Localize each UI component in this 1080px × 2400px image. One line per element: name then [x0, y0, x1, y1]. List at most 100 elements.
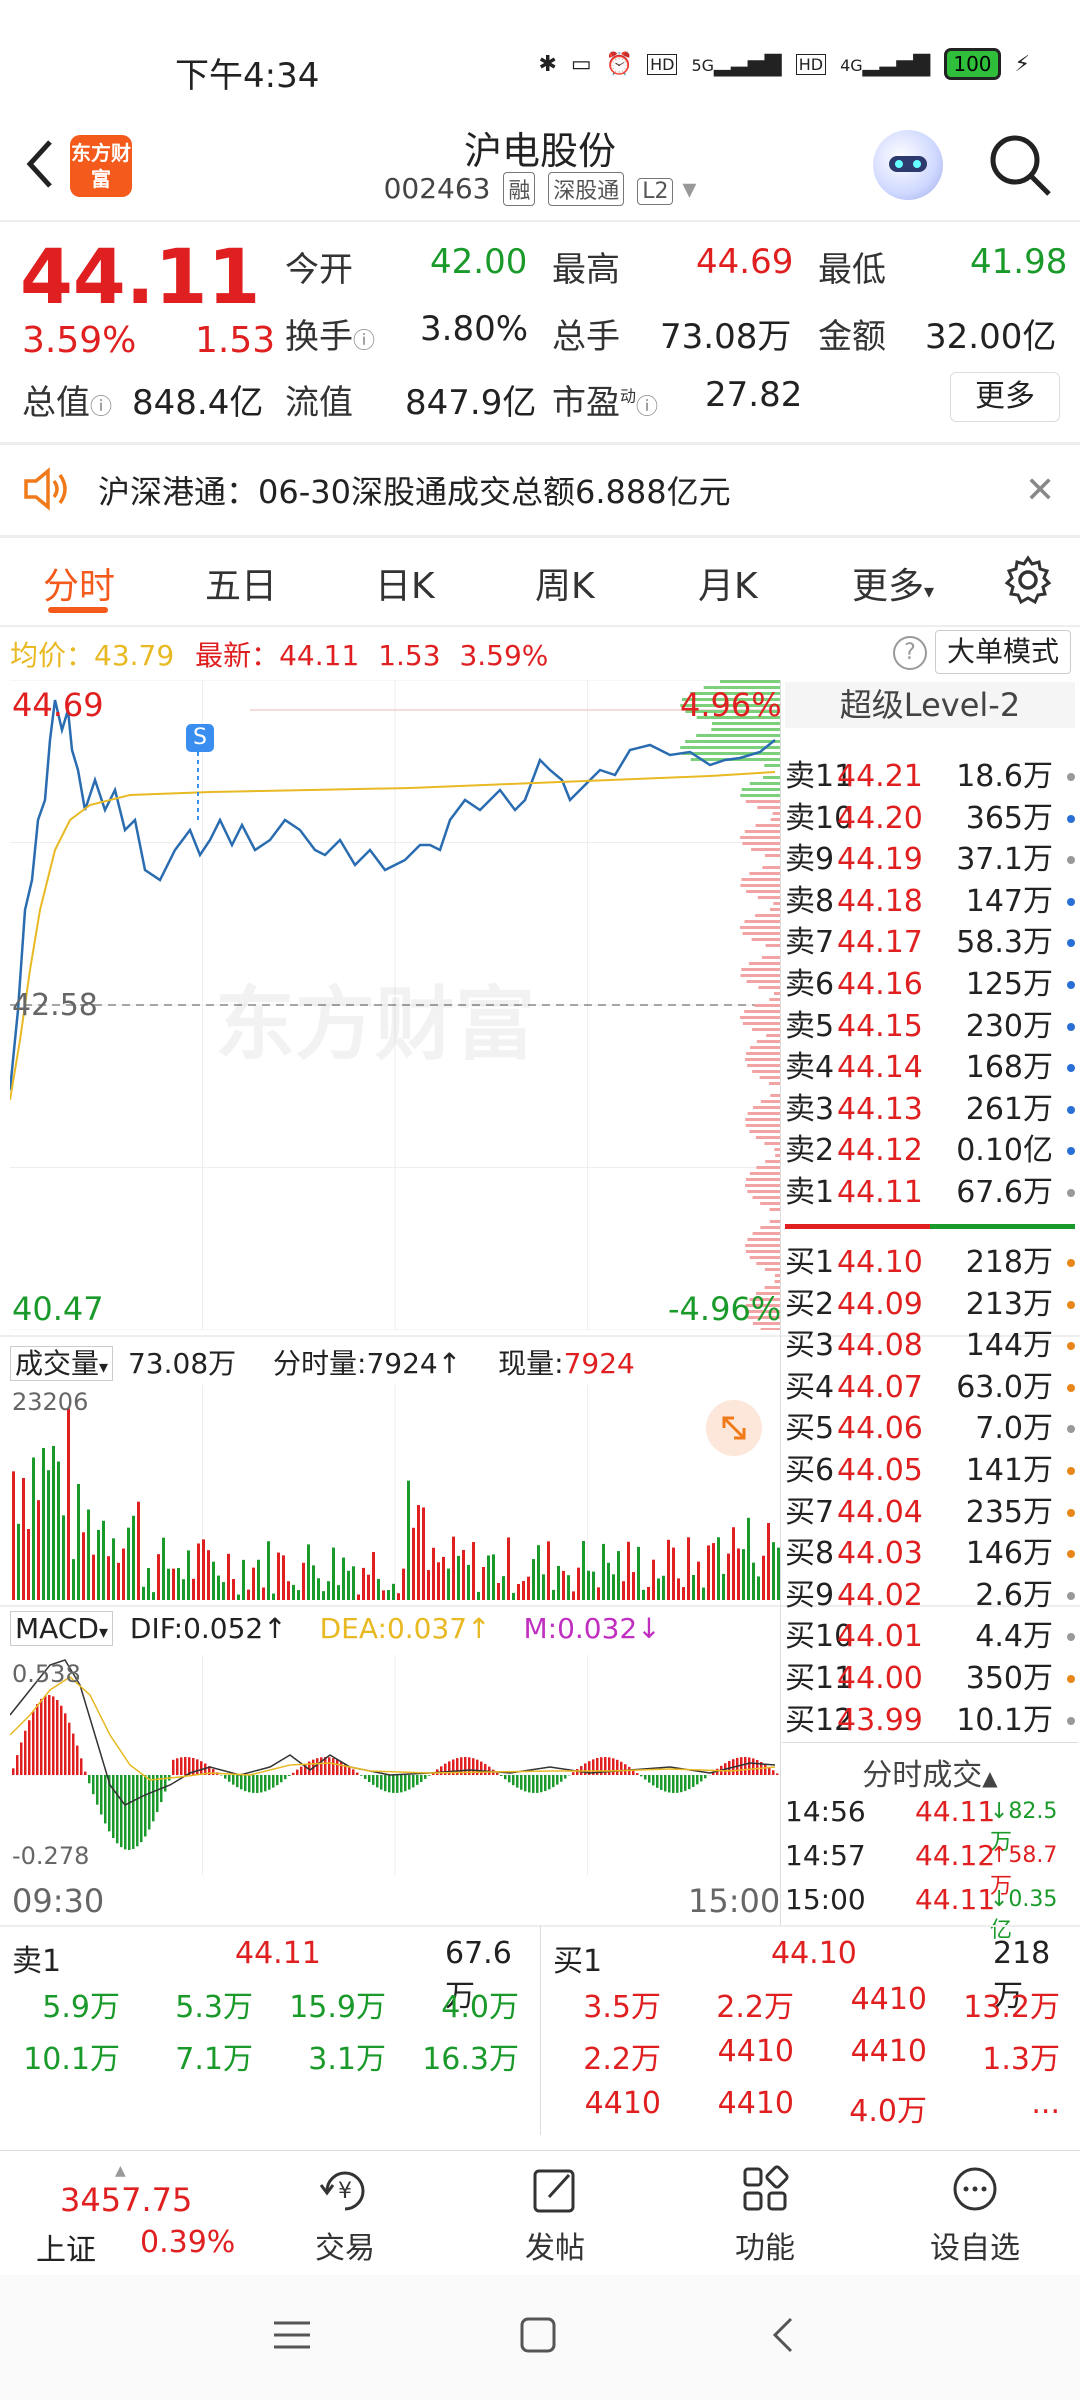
order-book-row[interactable]: 买2 44.09 213万	[785, 1284, 1075, 1326]
tab-monthly-k[interactable]: 月K	[698, 557, 758, 609]
nav-trade[interactable]: ¥ 交易	[275, 2163, 415, 2267]
system-nav-bar	[0, 2275, 1080, 2400]
info-icon[interactable]: ⓘ	[353, 329, 375, 354]
menu-icon[interactable]	[270, 2315, 314, 2359]
order-book-row[interactable]: 卖1 44.11 67.6万	[785, 1172, 1075, 1214]
info-icon[interactable]: ⓘ	[90, 395, 112, 420]
order-book-row[interactable]: 买11 44.00 350万	[785, 1658, 1075, 1700]
macd-chart[interactable]	[10, 1655, 780, 1875]
settings-icon[interactable]	[1003, 555, 1053, 605]
order-price: 44.15	[837, 1008, 923, 1044]
order-book-row[interactable]: 卖8 44.18 147万	[785, 881, 1075, 923]
nav-post[interactable]: 发帖	[485, 2163, 625, 2267]
order-book-row[interactable]: 卖2 44.12 0.10亿	[785, 1130, 1075, 1172]
order-label: 卖2	[785, 1133, 835, 1169]
amount-value: 32.00亿	[925, 317, 1057, 357]
order-label: 卖5	[785, 1008, 835, 1044]
close-icon[interactable]: ✕	[1025, 470, 1055, 511]
order-dot-icon	[1067, 773, 1075, 781]
chart-high-price: 44.69	[12, 686, 104, 724]
quote-panel: 44.11 3.59% 1.53 总值ⓘ 848.4亿 今开 42.00 最高 …	[0, 222, 1080, 442]
order-price: 44.20	[837, 800, 923, 836]
tab-daily-k[interactable]: 日K	[375, 557, 435, 609]
queue-item: 13.2万	[963, 1990, 1060, 2025]
high-value: 44.69	[696, 242, 794, 282]
trades-title[interactable]: 分时成交▲	[785, 1750, 1075, 1794]
volume-selector[interactable]: 成交量▾	[10, 1346, 114, 1381]
level2-title[interactable]: 超级Level-2	[785, 682, 1075, 728]
order-volume: 218万	[965, 1245, 1053, 1280]
back-nav-icon[interactable]	[765, 2315, 805, 2359]
nav-watchlist[interactable]: 设自选	[905, 2163, 1045, 2267]
order-book-row[interactable]: 卖3 44.13 261万	[785, 1089, 1075, 1131]
order-label: 卖1	[785, 1175, 835, 1210]
status-bar: 下午4:34 ✱ ▭ ⏰ HD 5G▂▃▅▇ HD 4G▂▃▅▇ 100 ⚡	[0, 0, 1080, 120]
open-label: 今开	[285, 250, 353, 290]
order-book-row[interactable]: 卖11 44.21 18.6万	[785, 756, 1075, 798]
order-book-row[interactable]: 买5 44.06 7.0万	[785, 1408, 1075, 1450]
order-book-row[interactable]: 买4 44.07 63.0万	[785, 1367, 1075, 1409]
tab-intraday[interactable]: 分时	[43, 557, 115, 609]
turnover-label: 换手ⓘ	[285, 317, 376, 357]
order-price: 44.05	[837, 1453, 923, 1488]
order-volume: 2.6万	[975, 1577, 1053, 1613]
tag-level2: L2	[637, 178, 674, 205]
order-book-row[interactable]: 买6 44.05 141万	[785, 1450, 1075, 1492]
order-book-row[interactable]: 买8 44.03 146万	[785, 1533, 1075, 1575]
order-label: 买4	[785, 1369, 835, 1405]
home-icon[interactable]	[518, 2315, 558, 2359]
notice-bar[interactable]: 沪深港通：06-30深股通成交总额6.888亿元 ✕	[0, 445, 1080, 535]
order-book-row[interactable]: 卖4 44.14 168万	[785, 1047, 1075, 1089]
queue-item: 4410	[717, 2034, 794, 2069]
order-price: 44.11	[837, 1175, 923, 1210]
queue-item: 4.0万	[849, 2094, 927, 2129]
queue-item: 4410	[850, 1982, 927, 2017]
order-book-row[interactable]: 买3 44.08 144万	[785, 1325, 1075, 1367]
macd-selector[interactable]: MACD▾	[10, 1611, 113, 1646]
order-volume: 261万	[965, 1091, 1053, 1127]
order-book-row[interactable]: 买9 44.02 2.6万	[785, 1575, 1075, 1617]
mktcap-label: 总值ⓘ	[22, 383, 113, 423]
tab-weekly-k[interactable]: 周K	[535, 557, 595, 609]
more-button[interactable]: 更多	[950, 372, 1060, 422]
tab-5day[interactable]: 五日	[205, 557, 277, 609]
order-book-row[interactable]: 买7 44.04 235万	[785, 1492, 1075, 1534]
help-icon[interactable]: ?	[893, 636, 927, 670]
chart-high-pct: 4.96%	[680, 686, 782, 724]
order-book-row[interactable]: 卖10 44.20 365万	[785, 798, 1075, 840]
order-book-row[interactable]: 买10 44.01 4.4万	[785, 1616, 1075, 1658]
queue-item: 4410	[850, 2034, 927, 2069]
trade-price: 44.11	[915, 1883, 996, 1916]
index-widget[interactable]: ▲ 3457.75 上证 0.39%	[30, 2163, 250, 2268]
index-name: 上证	[36, 2233, 96, 2268]
charging-icon: ⚡	[1014, 51, 1030, 77]
pe-label: 市盈动ⓘ	[552, 383, 659, 423]
order-book-row[interactable]: 买1 44.10 218万	[785, 1242, 1075, 1284]
search-icon[interactable]	[985, 130, 1055, 200]
robot-avatar-icon[interactable]	[873, 130, 943, 200]
expand-icon[interactable]	[706, 1400, 762, 1456]
low-label: 最低	[818, 250, 886, 290]
order-book-row[interactable]: 卖5 44.15 230万	[785, 1006, 1075, 1048]
order-dot-icon	[1067, 1105, 1075, 1114]
s-marker-badge[interactable]: S	[186, 724, 214, 752]
order-label: 卖9	[785, 842, 835, 878]
order-price: 44.03	[837, 1536, 923, 1572]
dropdown-icon[interactable]: ▾	[682, 172, 696, 205]
queue-item: 5.9万	[42, 1990, 120, 2025]
order-price: 44.21	[837, 759, 923, 794]
order-book-row[interactable]: 卖9 44.19 37.1万	[785, 839, 1075, 881]
speaker-icon	[22, 467, 72, 511]
order-volume: 7.0万	[975, 1411, 1053, 1447]
nav-functions[interactable]: 功能	[695, 2163, 835, 2267]
tab-more[interactable]: 更多▾	[852, 557, 934, 609]
big-order-mode-button[interactable]: 大单模式	[935, 630, 1071, 674]
volume-chart[interactable]	[10, 1385, 780, 1600]
stock-header: 东方财富 沪电股份 002463 融 深股通 L2 ▾	[0, 120, 1080, 220]
alarm-icon: ⏰	[605, 51, 634, 77]
order-book-row[interactable]: 买12 43.99 10.1万	[785, 1700, 1075, 1742]
info-icon[interactable]: ⓘ	[636, 395, 658, 420]
order-book-row[interactable]: 卖7 44.17 58.3万	[785, 922, 1075, 964]
order-book-row[interactable]: 卖6 44.16 125万	[785, 964, 1075, 1006]
order-volume: 147万	[965, 883, 1053, 919]
